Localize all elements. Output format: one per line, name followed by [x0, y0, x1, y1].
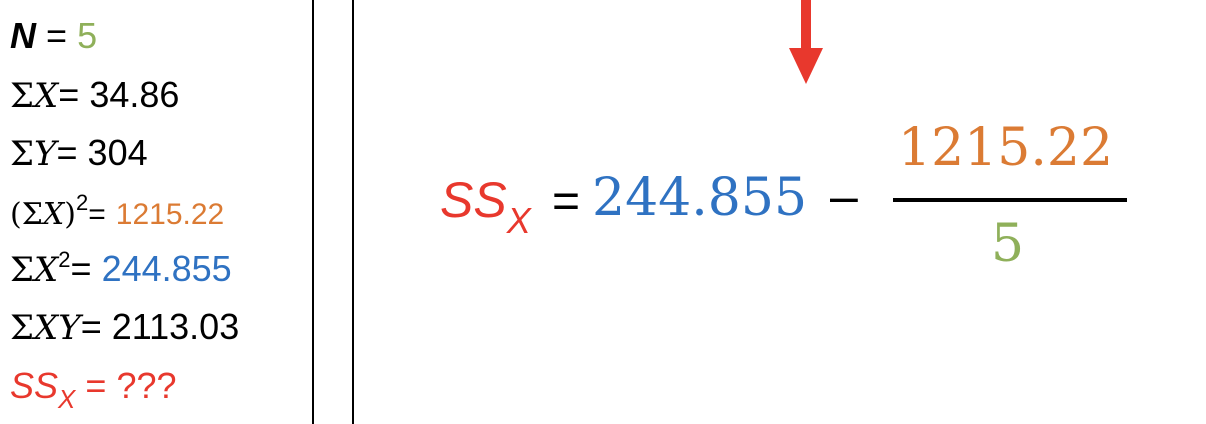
sum-of-x2-value: 244.855 [101, 248, 232, 289]
sum-of-x2-power: 2 [58, 247, 71, 272]
sum-x-squared-value: 1215.22 [115, 198, 225, 231]
sum-x-value: 34.86 [89, 74, 180, 115]
sum-xy-sigma: Σ [10, 308, 35, 348]
sum-y-op: = [56, 132, 78, 173]
equation-lhs-label: SS [440, 172, 507, 228]
ss-x-line: SSX = ??? [10, 365, 177, 415]
sum-x-squared-power: 2 [76, 190, 89, 215]
n-line: N = 5 [10, 16, 97, 56]
sum-x-op: = [58, 74, 80, 115]
sum-y-var: Y [34, 134, 57, 174]
sum-x-var: X [34, 76, 59, 116]
sum-x-line: ΣX= 34.86 [10, 74, 180, 117]
sum-xy-line: ΣXY= 2113.03 [10, 306, 240, 349]
right-divider [352, 0, 354, 424]
equation-minus: – [830, 168, 858, 224]
n-op: = [46, 15, 68, 56]
sum-of-x2-var: X [34, 250, 59, 290]
arrow-shaft [801, 0, 811, 50]
ss-x-value: ??? [116, 365, 177, 406]
sum-xy-var: XY [34, 308, 81, 348]
fraction-bar [893, 198, 1127, 202]
left-divider [312, 0, 314, 424]
sum-of-x2-op: = [70, 248, 92, 289]
fraction-denominator: 5 [991, 214, 1025, 274]
ss-x-subscript: X [58, 384, 76, 414]
sum-x-squared-open: (Σ [10, 197, 43, 232]
equation-equals: = [552, 175, 581, 228]
sum-y-line: ΣY= 304 [10, 132, 148, 175]
equation-sum-of-squares: 244.855 [592, 168, 808, 228]
sum-x-sigma: Σ [10, 76, 35, 116]
n-value: 5 [77, 15, 98, 56]
sum-x-squared-var: X [42, 197, 65, 232]
equation-lhs: SSX [440, 172, 531, 241]
sum-y-value: 304 [87, 132, 148, 173]
sum-xy-value: 2113.03 [111, 306, 240, 347]
sum-xy-op: = [80, 306, 102, 347]
sum-x-squared-line: (ΣX)2= 1215.22 [10, 190, 225, 237]
sum-x-squared-op: = [88, 198, 106, 231]
ss-x-label: SS [10, 365, 59, 406]
sum-of-x2-line: ΣX2= 244.855 [10, 247, 232, 294]
fraction-numerator: 1215.22 [898, 118, 1114, 178]
equation-lhs-subscript: X [506, 200, 531, 241]
sum-y-sigma: Σ [10, 134, 35, 174]
n-label: N [10, 15, 36, 56]
stats-panel: N = 5 ΣX= 34.86 ΣY= 304 (ΣX)2= 1215.22 Σ… [0, 0, 312, 424]
arrow-head [789, 48, 823, 84]
sum-x-squared-close: ) [64, 197, 76, 232]
ss-x-op: = [85, 365, 107, 406]
sum-of-x2-sigma: Σ [10, 250, 35, 290]
